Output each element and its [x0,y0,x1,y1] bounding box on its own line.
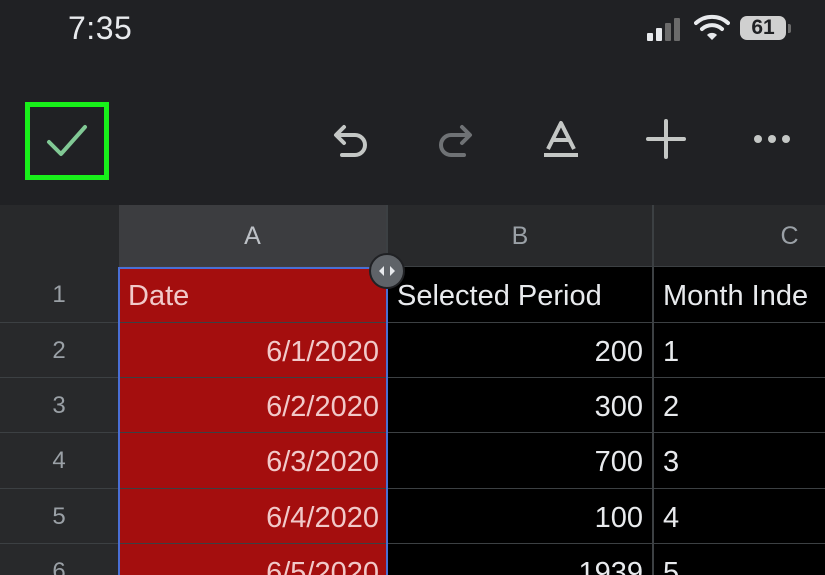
cell-a6[interactable]: 6/5/2020 [119,544,388,575]
row-header[interactable]: 6 [0,544,119,575]
row-header[interactable]: 5 [0,489,119,544]
column-header-b[interactable]: B [388,205,654,267]
resize-arrows-icon [379,266,395,276]
cell-c1[interactable]: Month Inde [654,267,825,323]
plus-icon[interactable] [644,117,688,161]
column-header-c[interactable]: C [654,205,825,267]
text-format-icon[interactable] [539,117,583,161]
cell-c2[interactable]: 1 [654,323,825,378]
cell-b2[interactable]: 200 [388,323,654,378]
cell-b4[interactable]: 700 [388,433,654,489]
cell-a3[interactable]: 6/2/2020 [119,378,388,433]
battery-cap [788,24,791,33]
wifi-icon [694,14,730,40]
clock: 7:35 [68,10,133,46]
cell-b3[interactable]: 300 [388,378,654,433]
cell-a4[interactable]: 6/3/2020 [119,433,388,489]
cell-b1[interactable]: Selected Period [388,267,654,323]
column-resize-handle[interactable] [369,253,405,289]
undo-icon[interactable] [328,117,372,161]
row-header[interactable]: 1 [0,267,119,323]
select-all-corner[interactable] [0,205,120,268]
checkmark-icon [47,125,87,156]
cellular-signal-icon [647,18,680,41]
edit-toolbar [0,95,825,190]
cell-a1[interactable]: Date [119,267,388,323]
cell-b6[interactable]: 1939 [388,544,654,575]
row-header[interactable]: 3 [0,378,119,433]
cell-c3[interactable]: 2 [654,378,825,433]
cell-a5[interactable]: 6/4/2020 [119,489,388,544]
row-header[interactable]: 4 [0,433,119,489]
done-button[interactable] [25,102,109,180]
row-header[interactable]: 2 [0,323,119,378]
battery-indicator: 61 [740,16,791,42]
spreadsheet-grid: A B C 1 Date Selected Period Month Inde … [0,205,825,575]
more-horizontal-icon[interactable] [750,117,794,161]
cell-a2[interactable]: 6/1/2020 [119,323,388,378]
cell-c6[interactable]: 5 [654,544,825,575]
column-header-a[interactable]: A [119,205,388,267]
status-bar: 7:35 61 [0,0,825,60]
cell-b5[interactable]: 100 [388,489,654,544]
cell-c5[interactable]: 4 [654,489,825,544]
redo-icon[interactable] [434,117,478,161]
battery-level: 61 [740,16,786,40]
cell-c4[interactable]: 3 [654,433,825,489]
